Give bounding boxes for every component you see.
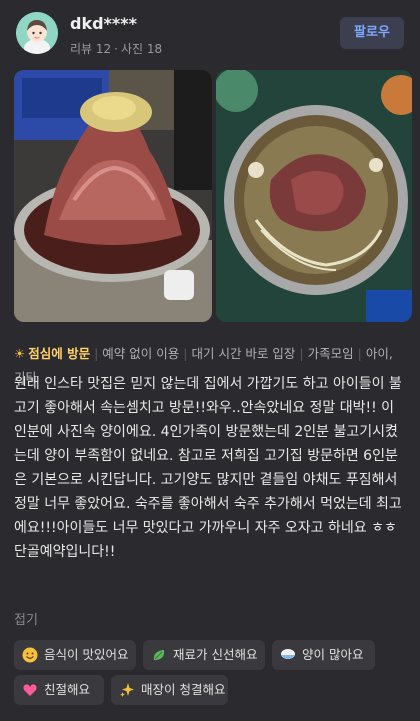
smile-emoji-icon [22,647,38,663]
rice-bowl-icon [281,649,295,659]
divider: | [94,346,99,361]
photo-bulgogi-pile[interactable] [14,70,212,322]
collapse-button[interactable]: 접기 [14,609,38,628]
keyword-label: 양이 많아요 [302,647,364,662]
leaf-icon [153,650,165,660]
review-text: 원래 인스타 맛집은 믿지 않는데 집에서 가깝기도 하고 아이들이 불고기 좋… [14,376,402,560]
keyword-tag-fresh[interactable]: 재료가 신선해요 [143,640,265,670]
visit-tag: 가족모임 [307,346,354,361]
bulgogi-hotpot-image [216,70,412,322]
divider: | [357,346,362,361]
keyword-label: 친절해요 [44,682,91,697]
keyword-tag-tasty[interactable]: 음식이 맛있어요 [14,640,136,670]
username[interactable]: dkd**** [70,14,137,33]
avatar[interactable] [16,12,58,54]
review-count: 리뷰 12 [70,42,112,56]
keyword-tag-clean[interactable]: 매장이 청결해요 [111,675,228,705]
review-header: dkd**** 리뷰 12 · 사진 18 팔로우 [0,0,420,66]
visit-tag: 예약 없이 이용 [102,346,180,361]
heart-icon [23,684,37,696]
avatar-illustration-icon [16,12,58,54]
bulgogi-pile-image [14,70,212,322]
sparkle-icon [120,683,134,697]
photo-count: 사진 18 [121,42,163,56]
visit-tag: 대기 시간 바로 입장 [191,346,296,361]
user-stats: 리뷰 12 · 사진 18 [70,40,162,57]
follow-button[interactable]: 팔로우 [340,17,404,49]
divider: | [299,346,304,361]
keyword-label: 매장이 청결해요 [141,682,226,697]
keyword-label: 음식이 맛있어요 [44,647,129,662]
separator-dot: · [114,42,118,56]
keyword-label: 재료가 신선해요 [173,647,258,662]
keyword-tag-kind[interactable]: 친절해요 [14,675,104,705]
keyword-tag-portion[interactable]: 양이 많아요 [272,640,375,670]
sun-icon: ☀ [14,346,26,361]
photo-bulgogi-hotpot[interactable] [216,70,412,322]
visit-time: 점심에 방문 [28,346,91,361]
divider: | [183,346,188,361]
photo-gallery [14,70,412,322]
